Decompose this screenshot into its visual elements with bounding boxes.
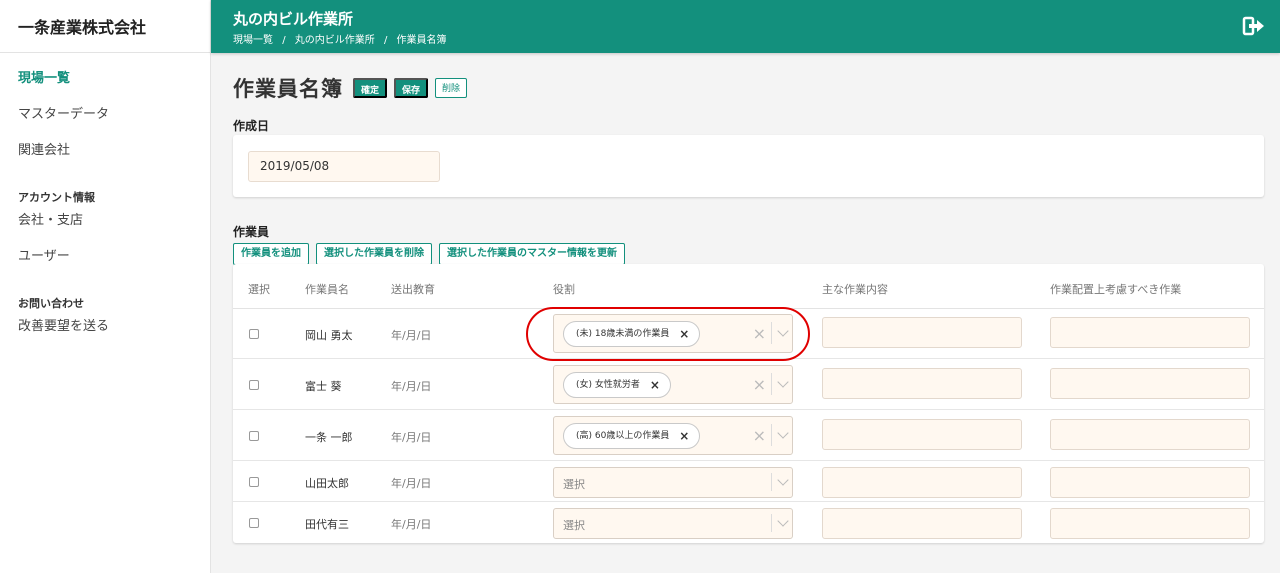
worker-name: 田代有三 [305, 518, 349, 531]
site-title: 丸の内ビル作業所 [233, 10, 354, 28]
delete-selected-workers-button[interactable]: 選択した作業員を削除 [316, 243, 432, 265]
education-date[interactable]: 年/月/日 [391, 378, 431, 394]
education-date[interactable]: 年/月/日 [391, 327, 431, 343]
row-select-checkbox[interactable] [249, 431, 259, 441]
placement-notes-input[interactable] [1050, 419, 1250, 450]
breadcrumb-separator: / [282, 35, 286, 46]
role-tag-label: (高) 60歳以上の作業員 [576, 431, 670, 441]
main-work-input[interactable] [822, 508, 1022, 539]
chevron-down-icon[interactable] [777, 376, 789, 388]
page-title: 作業員名簿 [233, 77, 343, 101]
brand-name: 一条産業株式会社 [0, 0, 210, 53]
chevron-down-icon[interactable] [777, 427, 789, 439]
column-header-name: 作業員名 [305, 283, 349, 296]
breadcrumb-separator: / [383, 35, 388, 46]
sidebar-item-send-feedback[interactable]: 改善要望を送る [0, 317, 210, 353]
column-header-placement-notes: 作業配置上考慮すべき作業 [1050, 283, 1182, 296]
column-header-role: 役割 [553, 283, 575, 296]
placement-notes-input[interactable] [1050, 317, 1250, 348]
top-header: 丸の内ビル作業所 現場一覧 / 丸の内ビル作業所 / 作業員名簿 [211, 0, 1280, 53]
remove-tag-icon[interactable]: × [679, 424, 689, 448]
created-date-label: 作成日 [233, 119, 270, 133]
column-header-main-work: 主な作業内容 [822, 283, 888, 296]
table-row: 山田太郎 年/月/日 選択 [233, 462, 1264, 502]
breadcrumb-link-sites[interactable]: 現場一覧 [233, 35, 273, 46]
education-date[interactable]: 年/月/日 [391, 516, 431, 532]
education-date[interactable]: 年/月/日 [391, 475, 431, 491]
table-row: 一条 一郎 年/月/日 (高) 60歳以上の作業員 × × [233, 411, 1264, 461]
table-row: 富士 葵 年/月/日 (女) 女性就労者 × × [233, 360, 1264, 410]
clear-icon[interactable]: × [753, 375, 766, 394]
education-date[interactable]: 年/月/日 [391, 429, 431, 445]
role-tag-label: (女) 女性就労者 [576, 380, 640, 390]
workers-table: 選択 作業員名 送出教育 役割 主な作業内容 作業配置上考慮すべき作業 岡山 勇… [233, 264, 1264, 543]
breadcrumb-current: 作業員名簿 [396, 35, 447, 46]
select-separator [771, 424, 772, 446]
sidebar-section-contact: お問い合わせ [18, 297, 84, 310]
main-work-input[interactable] [822, 368, 1022, 399]
select-separator [771, 514, 772, 532]
worker-name: 岡山 勇太 [305, 329, 353, 342]
remove-tag-icon[interactable]: × [650, 373, 660, 397]
column-header-select: 選択 [248, 283, 270, 296]
worker-name: 一条 一郎 [305, 431, 353, 444]
sidebar-item-users[interactable]: ユーザー [0, 247, 210, 283]
page-title-row: 作業員名簿 確定 保存 削除 [233, 75, 474, 101]
row-select-checkbox[interactable] [249, 329, 259, 339]
sidebar-item-related-companies[interactable]: 関連会社 [0, 141, 210, 177]
main-work-input[interactable] [822, 419, 1022, 450]
created-date-card: 2019/05/08 [233, 135, 1264, 197]
row-select-checkbox[interactable] [249, 477, 259, 487]
column-header-education: 送出教育 [391, 283, 435, 296]
role-tag: (女) 女性就労者 × [563, 372, 671, 398]
role-select[interactable]: 選択 [553, 508, 793, 539]
sign-out-icon[interactable] [1242, 14, 1266, 38]
update-master-info-button[interactable]: 選択した作業員のマスター情報を更新 [439, 243, 625, 265]
created-date-input[interactable]: 2019/05/08 [248, 151, 440, 182]
placement-notes-input[interactable] [1050, 467, 1250, 498]
worker-name: 富士 葵 [305, 380, 342, 393]
worker-actions: 作業員を追加 選択した作業員を削除 選択した作業員のマスター情報を更新 [233, 243, 632, 265]
sidebar: 一条産業株式会社 現場一覧 マスターデータ 関連会社 アカウント情報 会社・支店… [0, 0, 211, 573]
role-select[interactable]: 選択 [553, 467, 793, 498]
table-row: 田代有三 年/月/日 選択 [233, 503, 1264, 543]
placement-notes-input[interactable] [1050, 368, 1250, 399]
add-worker-button[interactable]: 作業員を追加 [233, 243, 309, 265]
placement-notes-input[interactable] [1050, 508, 1250, 539]
role-select-placeholder: 選択 [563, 478, 585, 491]
main-work-input[interactable] [822, 467, 1022, 498]
highlight-annotation [526, 307, 810, 361]
chevron-down-icon[interactable] [777, 515, 789, 527]
clear-icon[interactable]: × [753, 426, 766, 445]
save-button[interactable]: 保存 [394, 78, 429, 98]
row-select-checkbox[interactable] [249, 380, 259, 390]
row-select-checkbox[interactable] [249, 518, 259, 528]
chevron-down-icon[interactable] [777, 474, 789, 486]
workers-label: 作業員 [233, 225, 270, 239]
role-tag: (高) 60歳以上の作業員 × [563, 423, 701, 449]
select-separator [771, 373, 772, 395]
sidebar-nav: 現場一覧 マスターデータ 関連会社 アカウント情報 会社・支店 ユーザー お問い… [0, 53, 210, 353]
role-select[interactable]: (高) 60歳以上の作業員 × × [553, 416, 793, 455]
sidebar-item-sites[interactable]: 現場一覧 [0, 69, 210, 105]
delete-button[interactable]: 削除 [435, 78, 468, 98]
sidebar-item-company-branch[interactable]: 会社・支店 [0, 211, 210, 247]
role-select[interactable]: (女) 女性就労者 × × [553, 365, 793, 404]
sidebar-item-master-data[interactable]: マスターデータ [0, 105, 210, 141]
sidebar-section-account: アカウント情報 [18, 191, 95, 204]
select-separator [771, 473, 772, 491]
role-select-placeholder: 選択 [563, 519, 585, 532]
breadcrumb: 現場一覧 / 丸の内ビル作業所 / 作業員名簿 [233, 31, 453, 46]
worker-name: 山田太郎 [305, 477, 349, 490]
breadcrumb-link-site[interactable]: 丸の内ビル作業所 [295, 35, 375, 46]
confirm-button[interactable]: 確定 [353, 78, 388, 98]
main-work-input[interactable] [822, 317, 1022, 348]
